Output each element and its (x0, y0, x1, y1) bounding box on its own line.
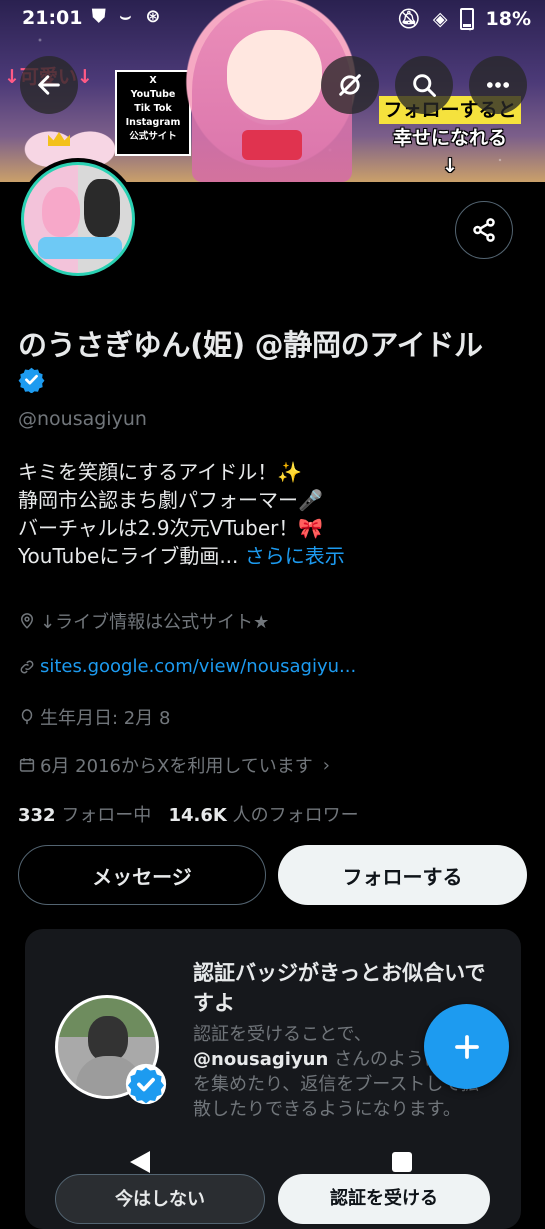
status-right: 🔕︎ ◈ 18% (397, 7, 531, 30)
follow-button[interactable]: フォローする (278, 845, 527, 905)
battery-percent: 18% (485, 7, 531, 30)
share-button[interactable] (455, 201, 513, 259)
message-button[interactable]: メッセージ (18, 845, 266, 905)
follow-stats: 332 フォロー中 14.6K 人のフォロワー (18, 801, 359, 827)
system-recents-icon[interactable] (392, 1152, 412, 1172)
back-icon (38, 75, 60, 95)
bio-line: YouTubeにライブ動画... さらに表示 (18, 544, 345, 568)
birthday-row: 生年月日: 2月 8 (18, 704, 170, 730)
dismiss-button[interactable]: 今はしない (55, 1174, 265, 1224)
bio-line: 静岡市公認まち劇パフォーマー🎤 (18, 488, 323, 512)
profile-bio: キミを笑顔にするアイドル！✨ 静岡市公認まち劇パフォーマー🎤 バーチャルは2.9… (18, 458, 345, 570)
status-bar: 21:01 ⛊ ⌣ ⊛ 🔕︎ ◈ 18% (0, 0, 545, 38)
verified-badge-icon[interactable] (18, 366, 45, 393)
link-icon (20, 660, 34, 673)
share-icon (473, 218, 495, 242)
display-name: のうさぎゆん(姫) @静岡のアイドル (18, 328, 483, 362)
search-icon (413, 74, 436, 97)
compose-button[interactable] (424, 1004, 509, 1089)
calendar-icon (19, 758, 35, 772)
profile-avatar[interactable] (17, 158, 139, 280)
shield-check-icon: ⛊ (92, 6, 106, 27)
location-text: ↓ライブ情報は公式サイト★ (40, 612, 270, 633)
bio-line: バーチャルは2.9次元VTuber！🎀 (18, 516, 324, 540)
vpn-icon: ⊛ (145, 6, 161, 27)
joined-text: 6月 2016からXを利用しています (40, 756, 313, 777)
location-pin-icon (20, 613, 34, 629)
plus-icon (454, 1034, 479, 1059)
get-verified-button[interactable]: 認証を受ける (278, 1174, 490, 1224)
mute-icon: 🔕︎ (396, 8, 421, 30)
grok-icon (339, 74, 361, 96)
profile-handle: @nousagiyun (18, 408, 147, 430)
following-link[interactable]: 332 フォロー中 (18, 805, 151, 826)
show-more-link[interactable]: さらに表示 (245, 544, 345, 568)
search-button[interactable] (395, 56, 453, 114)
status-icons: ⛊ ⌣ ⊛ (92, 6, 160, 27)
wifi-icon: ◈ (432, 7, 448, 30)
battery-icon (459, 7, 474, 30)
more-button[interactable] (469, 56, 527, 114)
bio-line: キミを笑顔にするアイドル！✨ (18, 460, 303, 484)
verified-badge-icon (125, 1063, 167, 1105)
more-icon (486, 82, 510, 88)
balloon-icon (21, 709, 33, 725)
location-row: ↓ライブ情報は公式サイト★ (18, 608, 269, 634)
website-row[interactable]: sites.google.com/view/nousagiyu... (18, 656, 356, 677)
website-link[interactable]: sites.google.com/view/nousagiyu... (40, 656, 356, 677)
back-button[interactable] (20, 56, 78, 114)
followers-link[interactable]: 14.6K 人のフォロワー (168, 805, 358, 826)
joined-row[interactable]: 6月 2016からXを利用しています › (18, 752, 330, 778)
status-time: 21:01 (22, 7, 83, 29)
chevron-right-icon: › (322, 754, 330, 776)
birthday-text: 生年月日: 2月 8 (40, 708, 171, 729)
grok-button[interactable] (321, 56, 379, 114)
amazon-icon: ⌣ (119, 6, 132, 27)
system-back-icon[interactable] (130, 1151, 150, 1173)
